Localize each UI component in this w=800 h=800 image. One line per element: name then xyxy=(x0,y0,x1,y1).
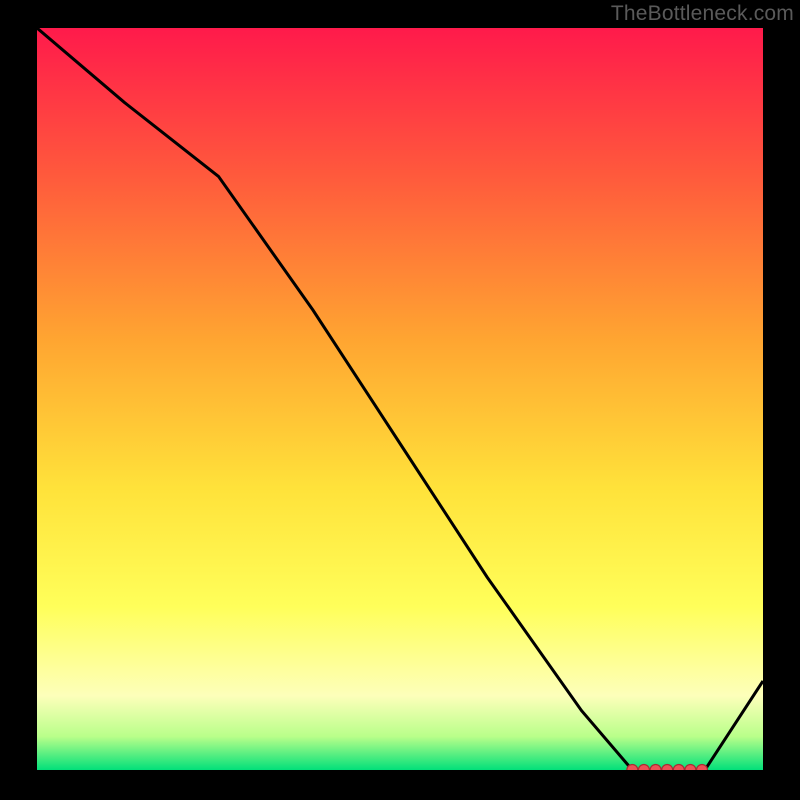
gradient-background xyxy=(37,28,763,770)
data-marker xyxy=(673,765,684,771)
data-marker xyxy=(627,765,638,771)
chart-frame: TheBottleneck.com xyxy=(0,0,800,800)
watermark-text: TheBottleneck.com xyxy=(611,2,794,26)
chart-plot-area xyxy=(37,28,763,770)
chart-svg xyxy=(37,28,763,770)
data-marker xyxy=(697,765,708,771)
data-marker xyxy=(662,765,673,771)
data-marker xyxy=(650,765,661,771)
data-marker xyxy=(638,765,649,771)
data-marker xyxy=(685,765,696,771)
